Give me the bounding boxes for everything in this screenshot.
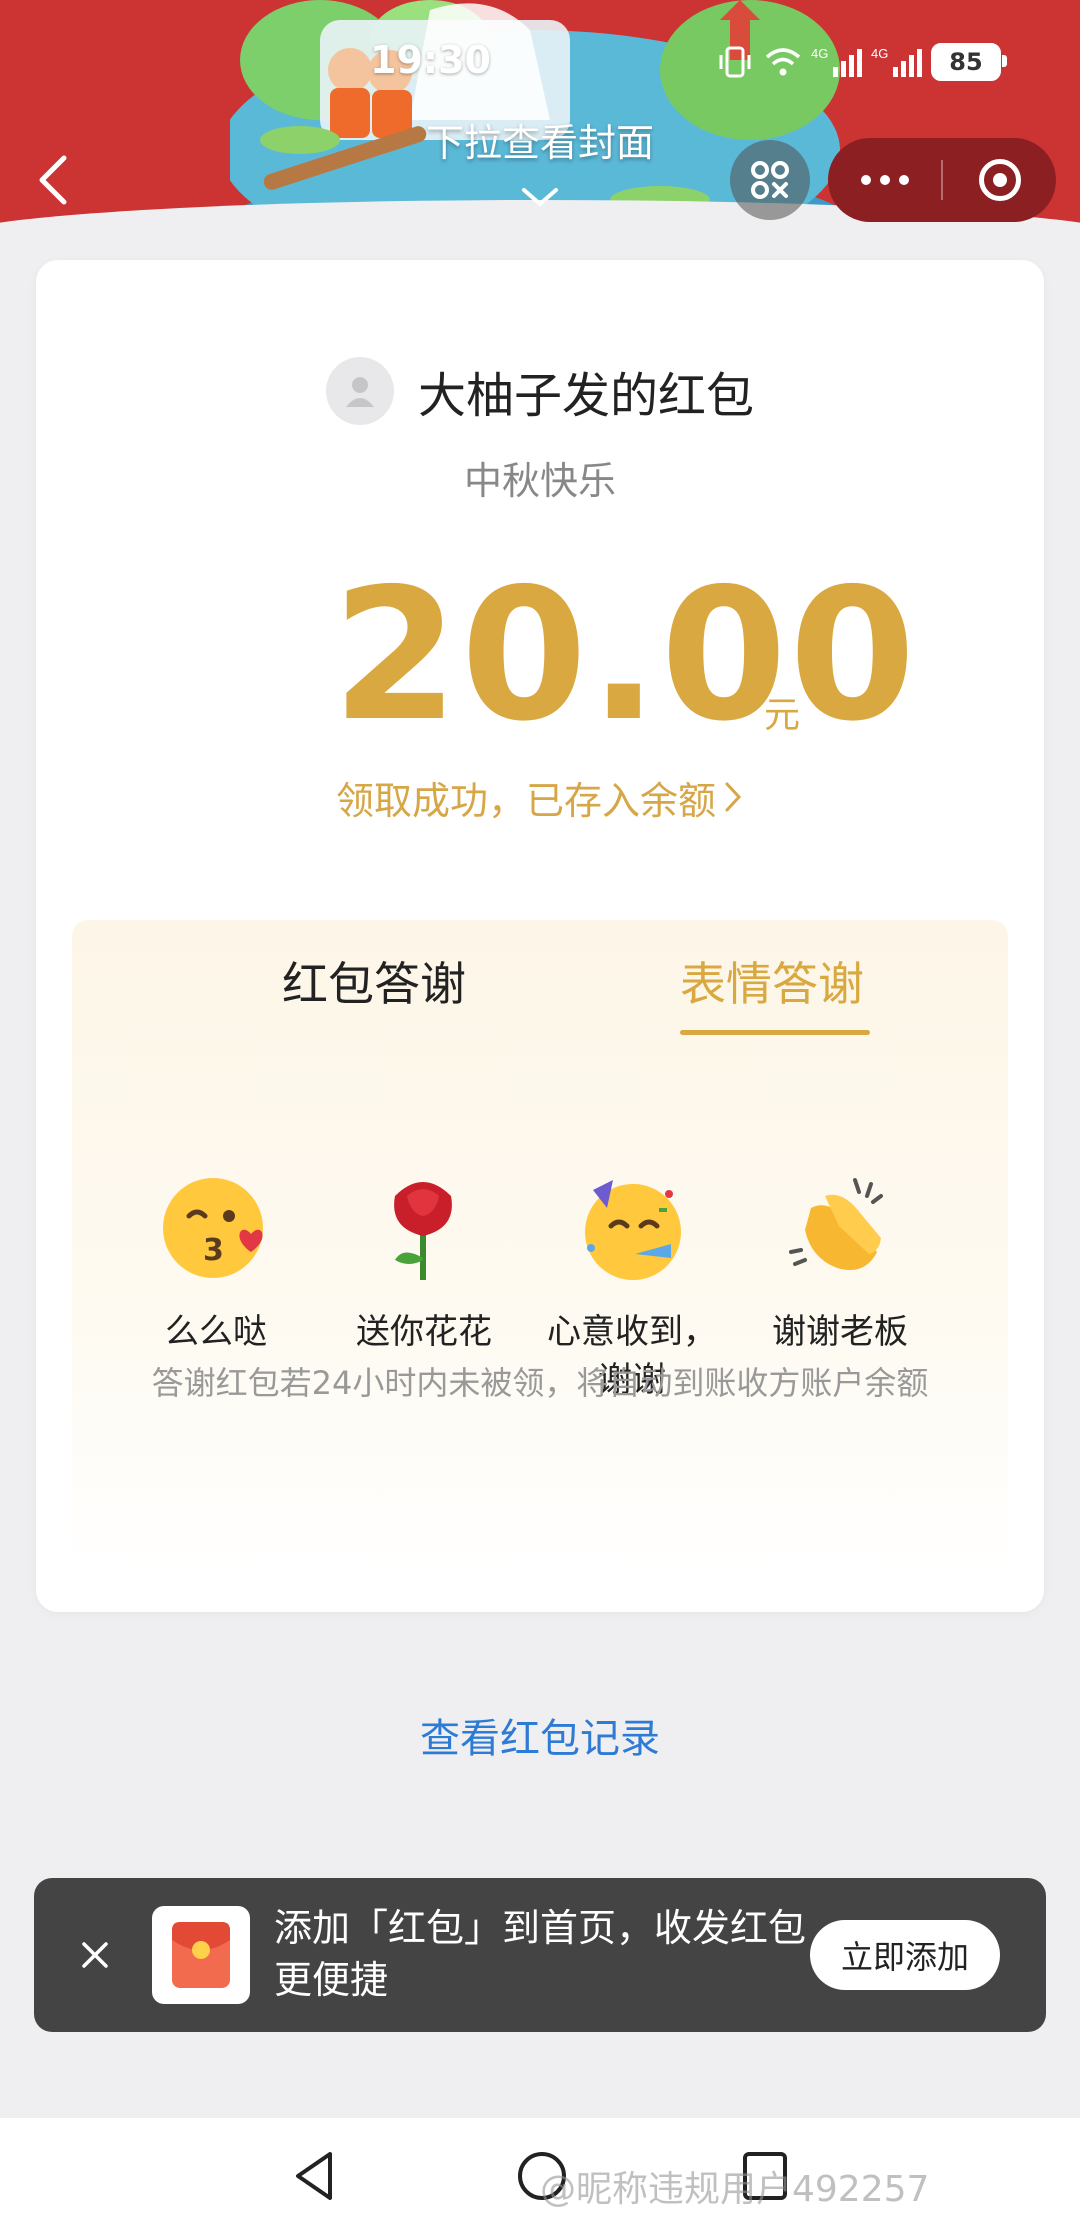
amount-value: 20.00 — [332, 549, 918, 761]
party-face-icon — [585, 1180, 681, 1280]
watermark: @昵称违规用户492257 — [540, 2169, 930, 2210]
emoji-label: 么么哒 — [165, 1312, 267, 1352]
red-packet-card: 大柚子发的红包 中秋快乐 20.00 元 领取成功，已存入余额 红包答谢 表情答… — [36, 260, 1044, 1612]
svg-text:3: 3 — [203, 1233, 224, 1268]
close-icon[interactable] — [70, 1930, 120, 1980]
scan-icon — [751, 161, 789, 199]
svg-text:4G: 4G — [811, 46, 828, 61]
avatar[interactable] — [325, 357, 394, 425]
active-tab-indicator — [680, 1030, 870, 1035]
kissing-face-icon: 3 — [163, 1178, 263, 1278]
status-time: 19:30 — [370, 38, 491, 82]
signal-4g-icon-2: 4G — [871, 46, 922, 77]
default-avatar-icon — [345, 377, 374, 407]
blessing-text: 中秋快乐 — [463, 459, 616, 503]
signal-4g-icon: 4G — [811, 46, 862, 77]
view-records-link[interactable]: 查看红包记录 — [0, 1706, 1080, 1764]
status-bar: 19:30 4G 4G 85 — [0, 36, 1080, 92]
status-icons: 4G 4G 85 — [715, 42, 1007, 82]
nav-back-icon[interactable] — [286, 2148, 346, 2204]
received-status-link[interactable]: 领取成功，已存入余额 — [36, 770, 1044, 825]
received-status-text: 领取成功，已存入余额 — [335, 779, 716, 823]
close-mini-program-button[interactable] — [943, 138, 1056, 222]
emoji-label: 谢谢老板 — [772, 1312, 908, 1352]
mini-program-capsule — [828, 138, 1056, 222]
add-to-home-toast: 添加「红包」到首页，收发红包更便捷 立即添加 — [34, 1878, 1046, 2032]
share-scan-button[interactable] — [730, 140, 810, 220]
emoji-label: 送你花花 — [356, 1312, 492, 1352]
rose-icon — [394, 1182, 452, 1280]
more-button[interactable] — [828, 138, 941, 222]
amount-unit: 元 — [764, 695, 801, 736]
vibrate-icon — [719, 46, 751, 78]
toast-message: 添加「红包」到首页，收发红包更便捷 — [274, 1906, 807, 2002]
chevron-right-icon — [725, 782, 742, 812]
red-packet-icon — [172, 1922, 230, 1988]
wifi-icon — [765, 48, 801, 76]
battery-icon: 85 — [931, 43, 1007, 81]
sender-row: 大柚子发的红包 — [36, 356, 1044, 426]
thanks-notice: 答谢红包若24小时内未被领，将自动到账收方账户余额 — [151, 1364, 929, 1402]
target-icon — [978, 159, 1021, 201]
tab-emoji-thanks[interactable]: 表情答谢 — [680, 948, 864, 1014]
thanks-panel: 红包答谢 表情答谢 3 么么哒 送你花花 心意收到，谢谢 谢谢老板 — [72, 920, 1008, 1576]
red-packet-cover-header[interactable]: 19:30 4G 4G 85 下拉查看封面 — [0, 0, 1080, 300]
tab-red-packet-thanks[interactable]: 红包答谢 — [282, 948, 466, 1014]
amount-row: 20.00 元 — [36, 564, 1044, 746]
svg-text:4G: 4G — [871, 46, 888, 61]
clapping-hands-icon — [789, 1178, 883, 1270]
red-packet-app-icon — [152, 1906, 250, 2004]
sender-title: 大柚子发的红包 — [417, 368, 754, 424]
chevron-down-icon — [522, 188, 558, 207]
add-now-button[interactable]: 立即添加 — [810, 1920, 1000, 1990]
